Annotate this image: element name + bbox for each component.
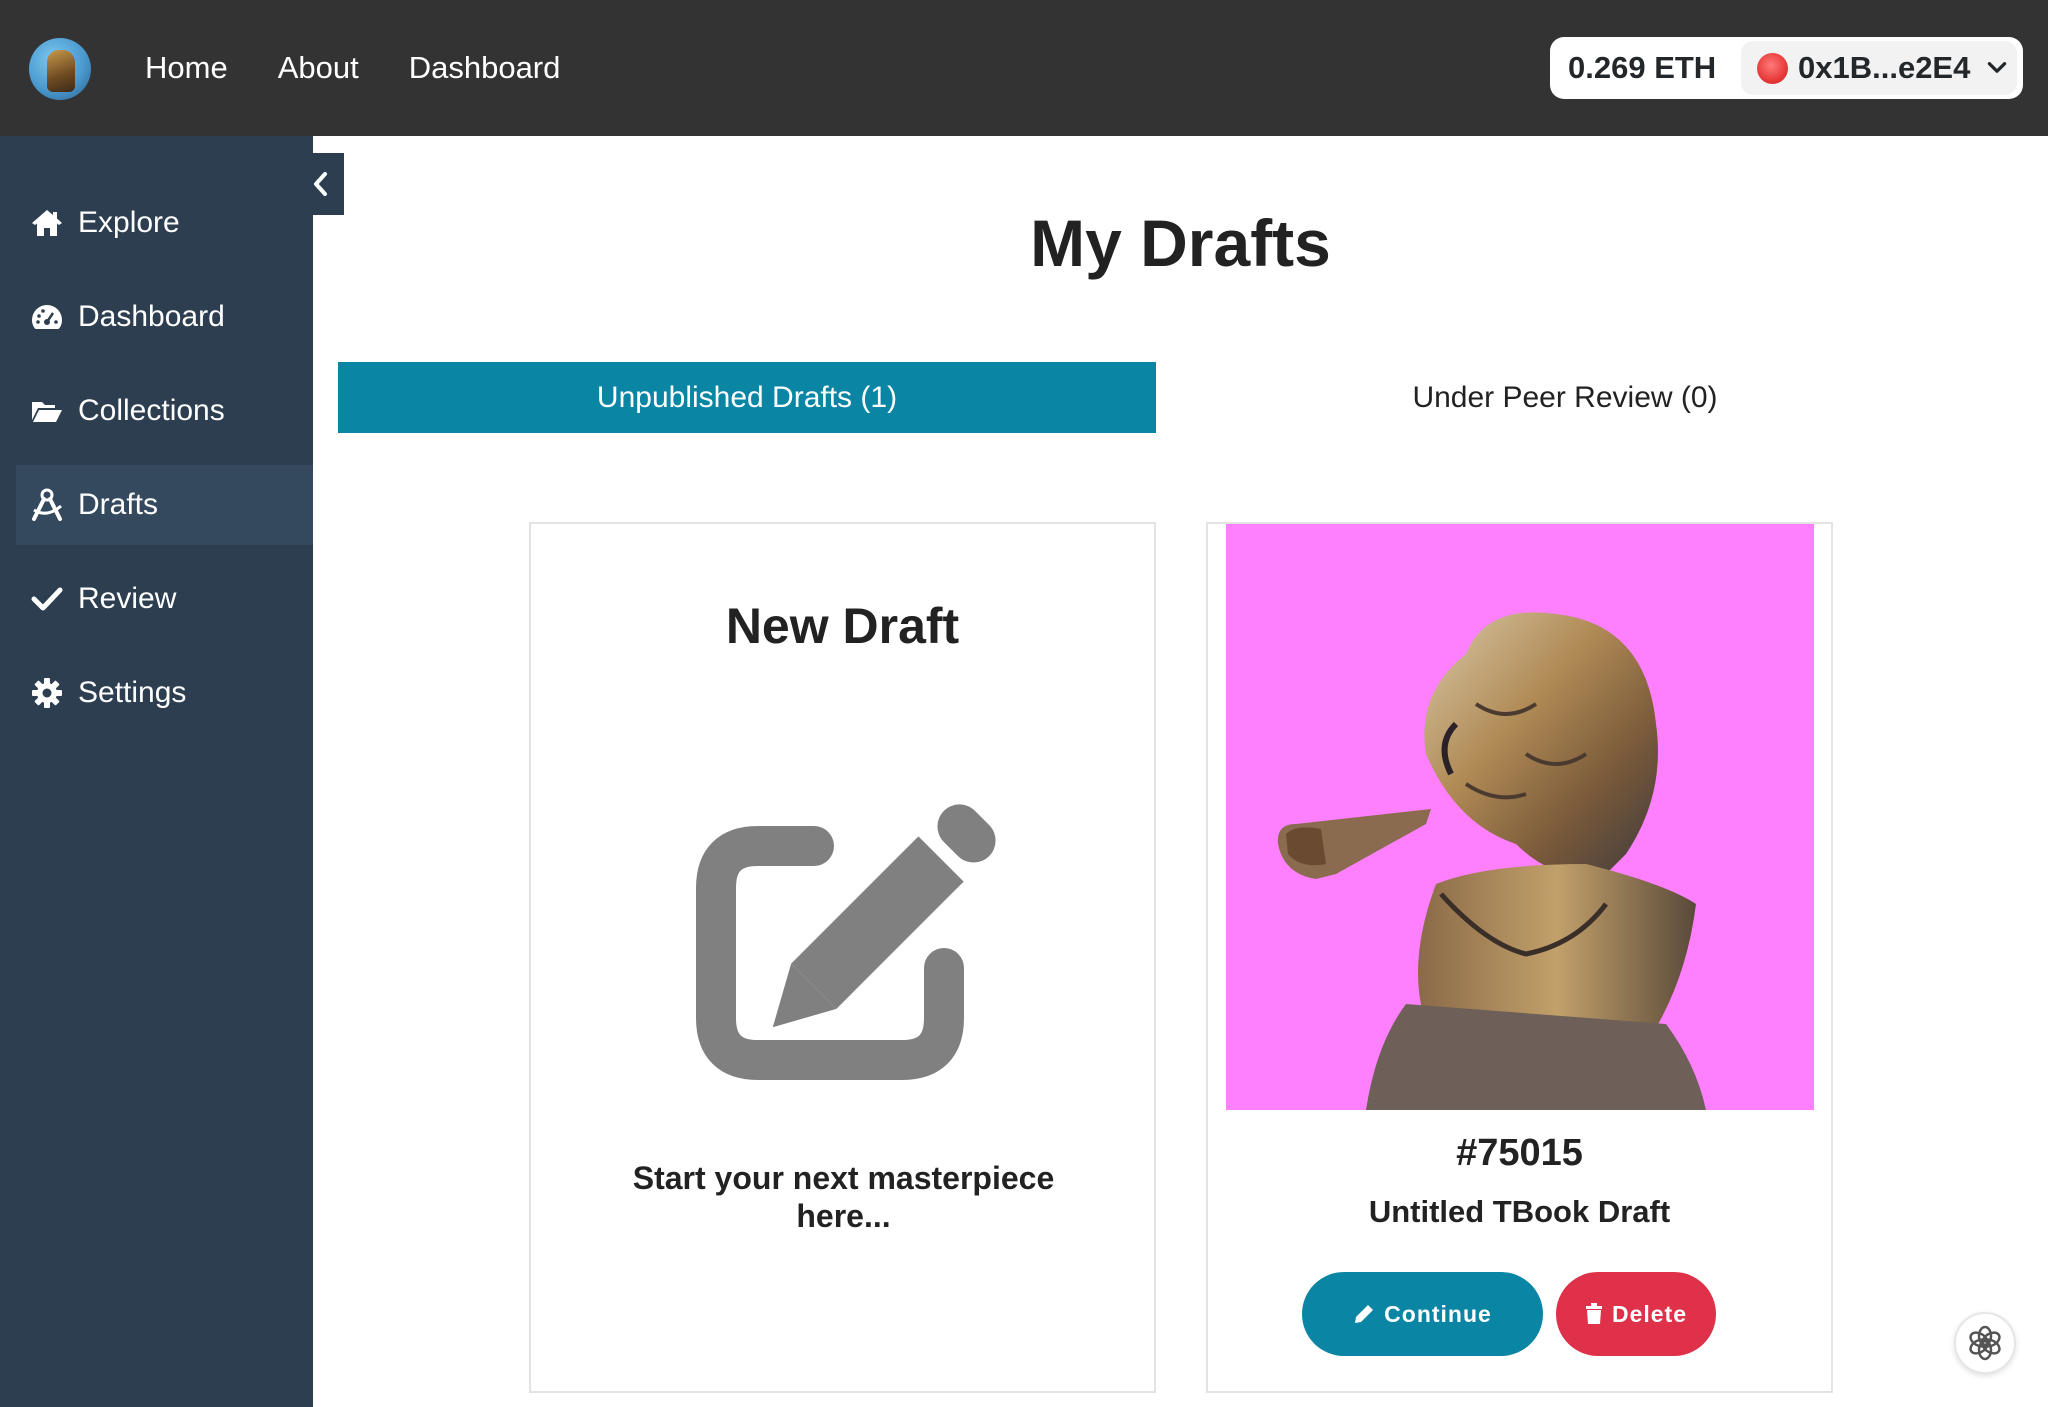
continue-label: Continue xyxy=(1384,1300,1492,1327)
delete-label: Delete xyxy=(1611,1300,1688,1327)
new-draft-text: Start your next masterpiece here... xyxy=(632,1160,1055,1234)
sidebar-item-explore[interactable]: Explore xyxy=(16,183,313,263)
draft-name: Untitled TBook Draft xyxy=(1368,1194,1671,1229)
nav-link-home[interactable]: Home xyxy=(145,50,228,86)
sidebar-item-collections[interactable]: Collections xyxy=(16,371,313,451)
logo[interactable] xyxy=(29,38,91,100)
wallet-widget[interactable]: 0.269 ETH 0x1B...e2E4 xyxy=(1550,37,2023,99)
draft-number: #75015 xyxy=(1456,1132,1583,1174)
sidebar-item-label: Drafts xyxy=(78,488,159,521)
draft-artwork[interactable] xyxy=(1226,524,1814,1110)
edit-icon xyxy=(696,792,996,1080)
home-icon xyxy=(30,206,64,240)
account-button[interactable]: 0x1B...e2E4 xyxy=(1741,41,2017,95)
draft-card: #75015 Untitled TBook Draft Continue Del… xyxy=(1206,522,1833,1393)
continue-button[interactable]: Continue xyxy=(1302,1272,1543,1356)
drafting-compass-icon xyxy=(30,488,64,522)
sidebar: Explore Dashboard Collections Drafts Rev… xyxy=(0,136,313,1407)
sidebar-item-review[interactable]: Review xyxy=(16,559,313,639)
pencil-icon xyxy=(1355,1305,1374,1323)
folder-open-icon xyxy=(30,394,64,428)
nav-links: Home About Dashboard xyxy=(145,0,560,136)
new-draft-title: New Draft xyxy=(725,598,960,654)
nav-link-dashboard[interactable]: Dashboard xyxy=(409,50,561,86)
artwork-image xyxy=(1277,612,1706,1110)
trash-icon xyxy=(1585,1303,1602,1324)
gear-icon xyxy=(30,676,64,710)
account-address: 0x1B...e2E4 xyxy=(1798,50,1971,85)
top-navbar: Home About Dashboard 0.269 ETH 0x1B...e2… xyxy=(0,0,2048,136)
wallet-balance: 0.269 ETH xyxy=(1568,50,1717,85)
chevron-down-icon xyxy=(1987,62,2007,73)
sidebar-item-label: Review xyxy=(78,582,177,615)
speedometer-icon xyxy=(30,300,64,334)
delete-button[interactable]: Delete xyxy=(1556,1272,1716,1356)
sidebar-item-label: Dashboard xyxy=(78,300,225,333)
chevron-left-icon xyxy=(314,172,327,196)
check-icon xyxy=(30,582,64,616)
page-title: My Drafts xyxy=(1030,206,1331,280)
sidebar-item-label: Explore xyxy=(78,206,180,239)
assistant-button[interactable] xyxy=(1954,1312,2016,1374)
sidebar-item-drafts[interactable]: Drafts xyxy=(16,465,313,545)
new-draft-card[interactable]: New Draft Start your next masterpiece he… xyxy=(529,522,1156,1393)
sidebar-item-label: Settings xyxy=(78,676,187,709)
tab-unpublished-drafts[interactable]: Unpublished Drafts (1) xyxy=(338,362,1156,433)
nav-link-about[interactable]: About xyxy=(278,50,359,86)
sidebar-item-dashboard[interactable]: Dashboard xyxy=(16,277,313,357)
tab-under-peer-review[interactable]: Under Peer Review (0) xyxy=(1156,362,1974,433)
account-avatar xyxy=(1757,53,1788,84)
assistant-icon xyxy=(1969,1325,2001,1361)
sidebar-item-settings[interactable]: Settings xyxy=(16,653,313,733)
sidebar-item-label: Collections xyxy=(78,394,225,427)
